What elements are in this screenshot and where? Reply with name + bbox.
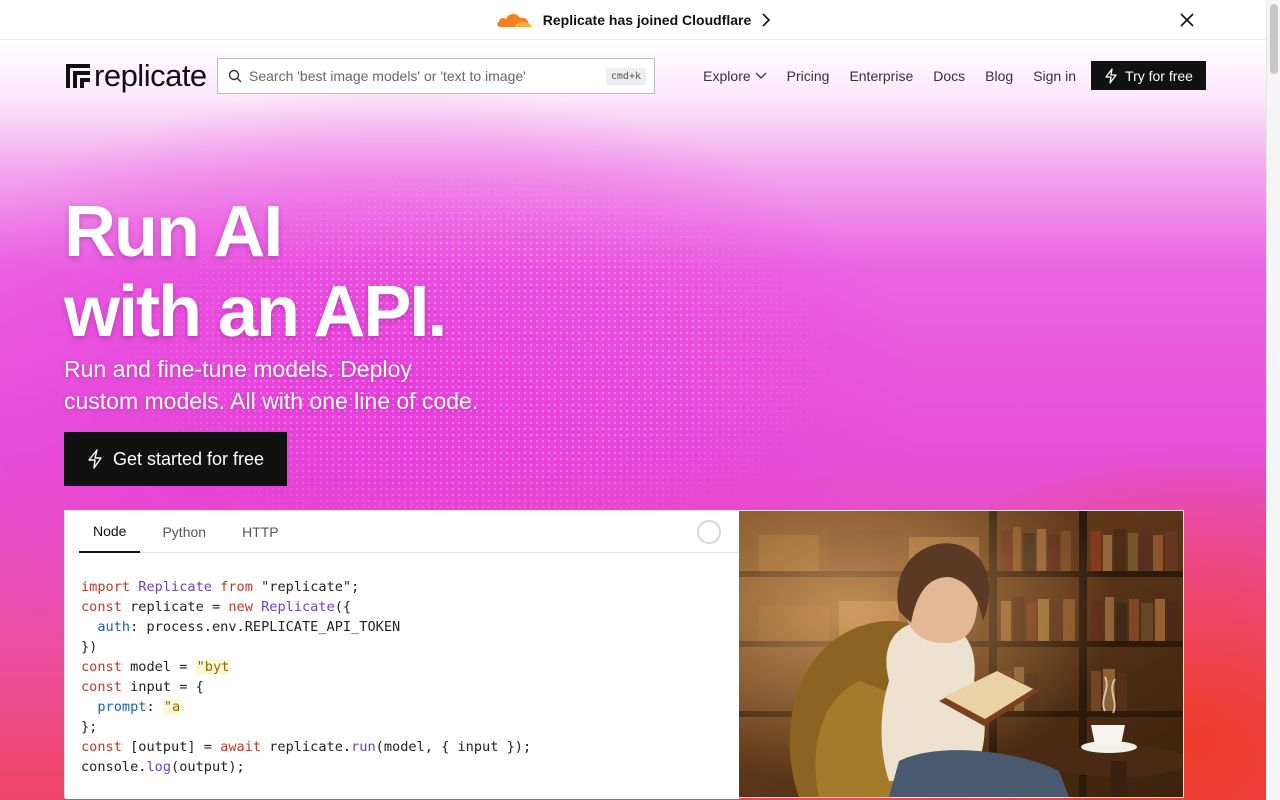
code-example-card: Node Python HTTP import Replicate from "… — [64, 510, 1184, 799]
replicate-logo-icon — [66, 64, 90, 88]
top-nav: replicate cmd+k Explore Pricing Enterpri… — [64, 58, 1206, 94]
cloudflare-logo-icon — [497, 13, 532, 27]
search-input[interactable] — [249, 68, 606, 84]
language-tabs: Node Python HTTP — [79, 511, 739, 553]
hero-title-line-2: with an API. — [64, 272, 447, 352]
announcement-bar[interactable]: Replicate has joined Cloudflare — [0, 0, 1266, 40]
search-shortcut-badge: cmd+k — [605, 67, 646, 85]
hero-subtitle-line-2: custom models. All with one line of code… — [64, 388, 479, 414]
search-box[interactable]: cmd+k — [217, 58, 655, 94]
hero-subtitle: Run and fine-tune models. Deploy custom … — [64, 353, 544, 417]
nav-link-docs[interactable]: Docs — [933, 68, 965, 84]
get-started-button[interactable]: Get started for free — [64, 432, 287, 486]
page-scrollbar[interactable] — [1266, 0, 1280, 800]
hero-title-line-1: Run AI — [64, 192, 283, 272]
tab-http[interactable]: HTTP — [228, 511, 293, 553]
tab-python[interactable]: Python — [148, 511, 220, 553]
lightning-icon — [88, 449, 102, 469]
lightning-icon — [1105, 67, 1117, 84]
hero-subtitle-line-1: Run and fine-tune models. Deploy — [64, 356, 412, 382]
search-icon — [228, 69, 242, 83]
close-icon[interactable] — [1178, 11, 1196, 29]
logo-text: replicate — [94, 58, 207, 93]
scrollbar-thumb[interactable] — [1270, 4, 1278, 74]
chevron-down-icon — [755, 72, 767, 79]
replicate-logo[interactable]: replicate — [64, 58, 207, 94]
nav-links: Explore Pricing Enterprise Docs Blog Sig… — [703, 58, 1076, 94]
chevron-right-icon — [762, 12, 771, 27]
try-for-free-button[interactable]: Try for free — [1091, 61, 1206, 90]
code-block: import Replicate from "replicate"; const… — [81, 579, 532, 775]
nav-link-blog[interactable]: Blog — [985, 68, 1013, 84]
tab-node[interactable]: Node — [79, 511, 141, 553]
nav-link-enterprise[interactable]: Enterprise — [849, 68, 913, 84]
announcement-text[interactable]: Replicate has joined Cloudflare — [543, 12, 752, 28]
code-pane: Node Python HTTP import Replicate from "… — [65, 511, 739, 799]
nav-link-pricing[interactable]: Pricing — [787, 68, 830, 84]
hero-title: Run AI with an API. — [64, 192, 447, 352]
nav-link-sign-in[interactable]: Sign in — [1033, 68, 1076, 84]
nav-link-explore[interactable]: Explore — [703, 68, 767, 84]
example-output-image — [739, 511, 1183, 797]
reading-woman-illustration — [739, 511, 1183, 797]
loading-spinner-icon — [697, 520, 721, 544]
